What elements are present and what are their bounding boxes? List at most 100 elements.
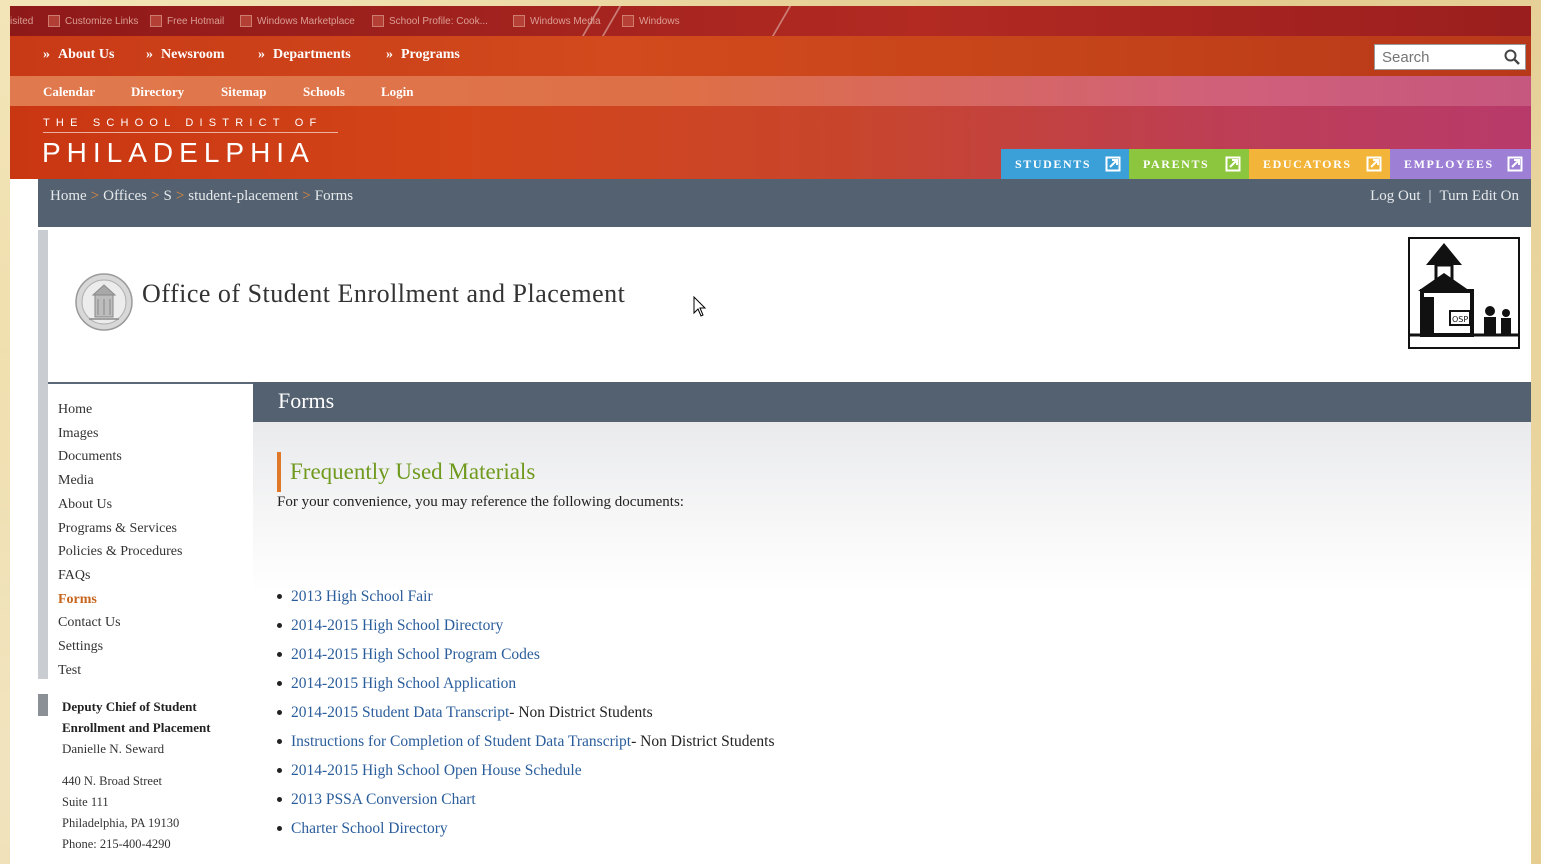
- search-icon[interactable]: [1504, 49, 1520, 65]
- breadcrumb-separator: >: [151, 188, 160, 204]
- audience-tab-students[interactable]: STUDENTS: [1001, 149, 1129, 179]
- bullet-icon: [277, 826, 282, 831]
- utility-nav-calendar[interactable]: Calendar: [43, 84, 95, 100]
- utility-nav-directory[interactable]: Directory: [131, 84, 184, 100]
- section-nav-media[interactable]: Media: [58, 469, 182, 493]
- kicker-underline: [43, 132, 338, 133]
- section-title-text: Frequently Used Materials: [290, 459, 536, 484]
- audience-tab-label: PARENTS: [1143, 156, 1210, 171]
- audience-tab-educators[interactable]: EDUCATORS: [1249, 149, 1390, 179]
- audience-tab-parents[interactable]: PARENTS: [1129, 149, 1249, 179]
- section-nav-settings[interactable]: Settings: [58, 635, 182, 659]
- main-nav: » About Us » Newsroom » Departments » Progra…: [10, 36, 1531, 76]
- raquo-icon: »: [146, 47, 153, 62]
- favorite-label: Windows: [639, 15, 680, 27]
- document-link[interactable]: 2014-2015 High School Program Codes: [291, 640, 540, 669]
- breadcrumb-bar: Home > Offices > S > student-placement > Forms L…: [38, 179, 1531, 227]
- bullet-icon: [277, 797, 282, 802]
- section-nav-documents[interactable]: Documents: [58, 445, 182, 469]
- list-item: Charter School Directory: [277, 814, 774, 843]
- bullet-icon: [277, 623, 282, 628]
- favorite-label: School Profile: Cook...: [389, 15, 488, 27]
- bullet-icon: [277, 652, 282, 657]
- raquo-icon: »: [386, 47, 393, 62]
- document-link[interactable]: 2014-2015 High School Directory: [291, 611, 503, 640]
- mouse-cursor-icon: [693, 296, 707, 317]
- address-line: 440 N. Broad Street: [62, 774, 162, 788]
- page-title: Forms: [278, 388, 335, 413]
- favorite-item[interactable]: Windows Marketplace: [240, 14, 355, 28]
- section-nav: Home Images Documents Media About Us Pro…: [58, 398, 182, 682]
- district-name[interactable]: PHILADELPHIA: [42, 137, 315, 169]
- favorite-item[interactable]: isited: [10, 14, 33, 28]
- main-nav-programs[interactable]: » Programs: [386, 47, 460, 63]
- document-link[interactable]: 2013 PSSA Conversion Chart: [291, 785, 476, 814]
- log-out-link[interactable]: Log Out: [1370, 188, 1420, 204]
- section-nav-faqs[interactable]: FAQs: [58, 564, 182, 588]
- main-content: Forms Frequently Used Materials For your…: [253, 382, 1531, 864]
- utility-nav-schools[interactable]: Schools: [303, 84, 345, 100]
- contact-address: 440 N. Broad Street Suite 111 Philadelph…: [62, 771, 179, 855]
- header-side-bar: [38, 230, 48, 382]
- section-title: Frequently Used Materials: [277, 452, 535, 492]
- section-nav-forms[interactable]: Forms: [58, 588, 182, 612]
- section-nav-programs-services[interactable]: Programs & Services: [58, 517, 182, 541]
- external-link-icon: [1225, 156, 1241, 172]
- sidebar-top-rule: [48, 382, 253, 384]
- section-nav-policies-procedures[interactable]: Policies & Procedures: [58, 540, 182, 564]
- utility-nav-login[interactable]: Login: [381, 84, 414, 100]
- turn-edit-on-link[interactable]: Turn Edit On: [1440, 188, 1519, 204]
- main-nav-about-us[interactable]: » About Us: [43, 47, 114, 63]
- document-link[interactable]: 2014-2015 High School Application: [291, 669, 516, 698]
- audience-tab-label: EMPLOYEES: [1404, 156, 1494, 171]
- section-nav-images[interactable]: Images: [58, 422, 182, 446]
- list-item: Instructions for Completion of Student D…: [277, 727, 774, 756]
- intro-text: For your convenience, you may reference …: [277, 494, 684, 510]
- search-input[interactable]: [1375, 45, 1493, 69]
- audience-tab-employees[interactable]: EMPLOYEES: [1390, 149, 1531, 179]
- contact-person: Danielle N. Seward: [62, 741, 165, 756]
- document-link[interactable]: 2014-2015 High School Open House Schedul…: [291, 756, 582, 785]
- main-nav-label: About Us: [58, 47, 115, 62]
- bullet-icon: [277, 739, 282, 744]
- favorite-label: Free Hotmail: [167, 15, 225, 27]
- favorite-item[interactable]: Free Hotmail: [150, 14, 224, 28]
- search-box: [1374, 44, 1526, 70]
- link-divider: |: [1428, 188, 1432, 204]
- list-item: 2013 High School Fair: [277, 582, 774, 611]
- page-heading-bar: Forms: [253, 382, 1531, 422]
- district-seal-icon: [75, 273, 133, 331]
- section-nav-contact-us[interactable]: Contact Us: [58, 611, 182, 635]
- document-link[interactable]: 2014-2015 Student Data Transcript: [291, 698, 509, 727]
- utility-nav-sitemap[interactable]: Sitemap: [221, 84, 267, 100]
- link-note: - Non District Students: [509, 704, 653, 721]
- bullet-icon: [277, 768, 282, 773]
- breadcrumb-s[interactable]: S: [163, 188, 171, 204]
- document-link[interactable]: 2013 High School Fair: [291, 582, 433, 611]
- breadcrumb-student-placement[interactable]: student-placement: [188, 188, 298, 204]
- list-item: 2014-2015 High School Program Codes: [277, 640, 774, 669]
- main-nav-departments[interactable]: » Departments: [258, 47, 351, 63]
- page-icon: [622, 15, 634, 27]
- breadcrumb-separator: >: [302, 188, 311, 204]
- document-link[interactable]: Instructions for Completion of Student D…: [291, 727, 631, 756]
- document-link[interactable]: Charter School Directory: [291, 814, 448, 843]
- list-item: 2014-2015 Student Data Transcript - Non …: [277, 698, 774, 727]
- favorite-item[interactable]: School Profile: Cook...: [372, 14, 488, 28]
- breadcrumb-offices[interactable]: Offices: [103, 188, 147, 204]
- section-nav-test[interactable]: Test: [58, 659, 182, 683]
- section-nav-about-us[interactable]: About Us: [58, 493, 182, 517]
- bullet-icon: [277, 681, 282, 686]
- page-icon: [48, 15, 60, 27]
- section-nav-home[interactable]: Home: [58, 398, 182, 422]
- page-icon: [372, 15, 384, 27]
- raquo-icon: »: [258, 47, 265, 62]
- raquo-icon: »: [43, 47, 50, 62]
- list-item: 2014-2015 High School Directory: [277, 611, 774, 640]
- favorite-item[interactable]: Windows: [622, 14, 680, 28]
- main-nav-newsroom[interactable]: » Newsroom: [146, 47, 225, 63]
- contact-role: Deputy Chief of Student Enrollment and P…: [62, 699, 211, 735]
- favorite-label: Customize Links: [65, 15, 139, 27]
- favorite-item[interactable]: Customize Links: [48, 14, 138, 28]
- breadcrumb-home[interactable]: Home: [50, 188, 87, 204]
